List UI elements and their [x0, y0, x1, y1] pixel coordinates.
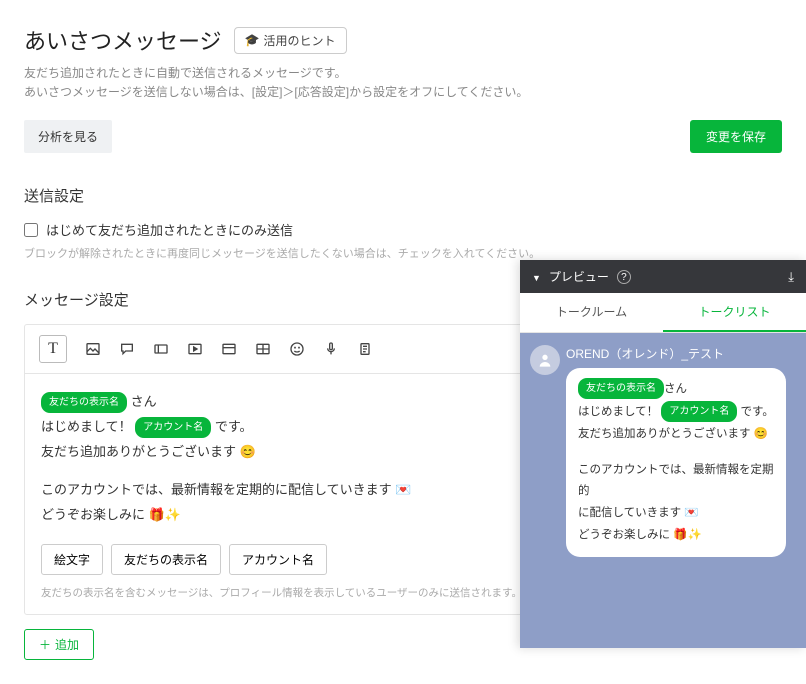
preview-title: プレビュー [549, 268, 609, 285]
gift-emoji-icon: 🎁✨ [673, 529, 702, 541]
page-title: あいさつメッセージ [24, 24, 222, 56]
chat-account-name: OREND（オレンド）_テスト [566, 345, 796, 362]
card-tool-icon[interactable] [221, 341, 237, 357]
letter-emoji-icon: 💌 [395, 482, 411, 497]
bubble-friend-name-pill: 友だちの表示名 [578, 378, 664, 399]
download-icon[interactable] [788, 269, 794, 285]
send-settings-hint: ブロックが解除されたときに再度同じメッセージを送信したくない場合は、チェックを入… [24, 245, 782, 261]
graduation-cap-icon: 🎓 [245, 33, 260, 47]
add-button-label: 追加 [55, 636, 79, 653]
first-add-only-row[interactable]: はじめて友だち追加されたときにのみ送信 [24, 220, 782, 239]
insert-friend-name-button[interactable]: 友だちの表示名 [111, 544, 221, 575]
bubble-account-name-pill: アカウント名 [661, 401, 737, 422]
avatar [530, 345, 560, 375]
page-subtitle: 友だち追加されたときに自動で送信されるメッセージです。 あいさつメッセージを送信… [24, 64, 782, 102]
letter-emoji-icon: 💌 [684, 507, 698, 519]
video-tool-icon[interactable] [187, 341, 203, 357]
coupon-tool-icon[interactable] [153, 341, 169, 357]
richmenu-tool-icon[interactable] [255, 341, 271, 357]
tab-talk-list[interactable]: トークリスト [663, 293, 806, 332]
account-name-pill: アカウント名 [135, 417, 211, 438]
help-icon[interactable] [617, 269, 631, 285]
first-add-only-label: はじめて友だち追加されたときにのみ送信 [46, 220, 293, 239]
preview-panel: プレビュー トークルーム トークリスト OREND（オレンド）_テスト 友だちの… [520, 260, 806, 648]
save-button[interactable]: 変更を保存 [690, 120, 782, 153]
analytics-button[interactable]: 分析を見る [24, 120, 112, 153]
voice-tool-icon[interactable] [323, 341, 339, 357]
survey-tool-icon[interactable] [357, 341, 373, 357]
tab-talk-room[interactable]: トークルーム [520, 293, 663, 332]
text-tool-icon[interactable]: T [39, 335, 67, 363]
chevron-down-icon[interactable] [532, 270, 541, 284]
send-settings-title: 送信設定 [24, 185, 782, 206]
chat-area: OREND（オレンド）_テスト 友だちの表示名さん はじめまして！ アカウント名… [520, 333, 806, 648]
insert-emoji-button[interactable]: 絵文字 [41, 544, 103, 575]
insert-account-name-button[interactable]: アカウント名 [229, 544, 327, 575]
plus-icon: ＋ [39, 636, 51, 653]
preview-tabs: トークルーム トークリスト [520, 293, 806, 333]
preview-header[interactable]: プレビュー [520, 260, 806, 293]
friend-name-pill: 友だちの表示名 [41, 392, 127, 413]
first-add-only-checkbox[interactable] [24, 223, 38, 237]
smile-emoji-icon: 😊 [240, 444, 256, 459]
speech-tool-icon[interactable] [119, 341, 135, 357]
chat-bubble: 友だちの表示名さん はじめまして！ アカウント名 です。 友だち追加ありがとうご… [566, 368, 786, 557]
image-tool-icon[interactable] [85, 341, 101, 357]
add-message-button[interactable]: ＋ 追加 [24, 629, 94, 660]
usage-hint-button[interactable]: 🎓 活用のヒント [234, 27, 347, 54]
gift-emoji-icon: 🎁✨ [149, 507, 181, 522]
emoji-tool-icon[interactable] [289, 341, 305, 357]
smile-emoji-icon: 😊 [754, 428, 768, 440]
hint-button-label: 活用のヒント [264, 32, 336, 49]
